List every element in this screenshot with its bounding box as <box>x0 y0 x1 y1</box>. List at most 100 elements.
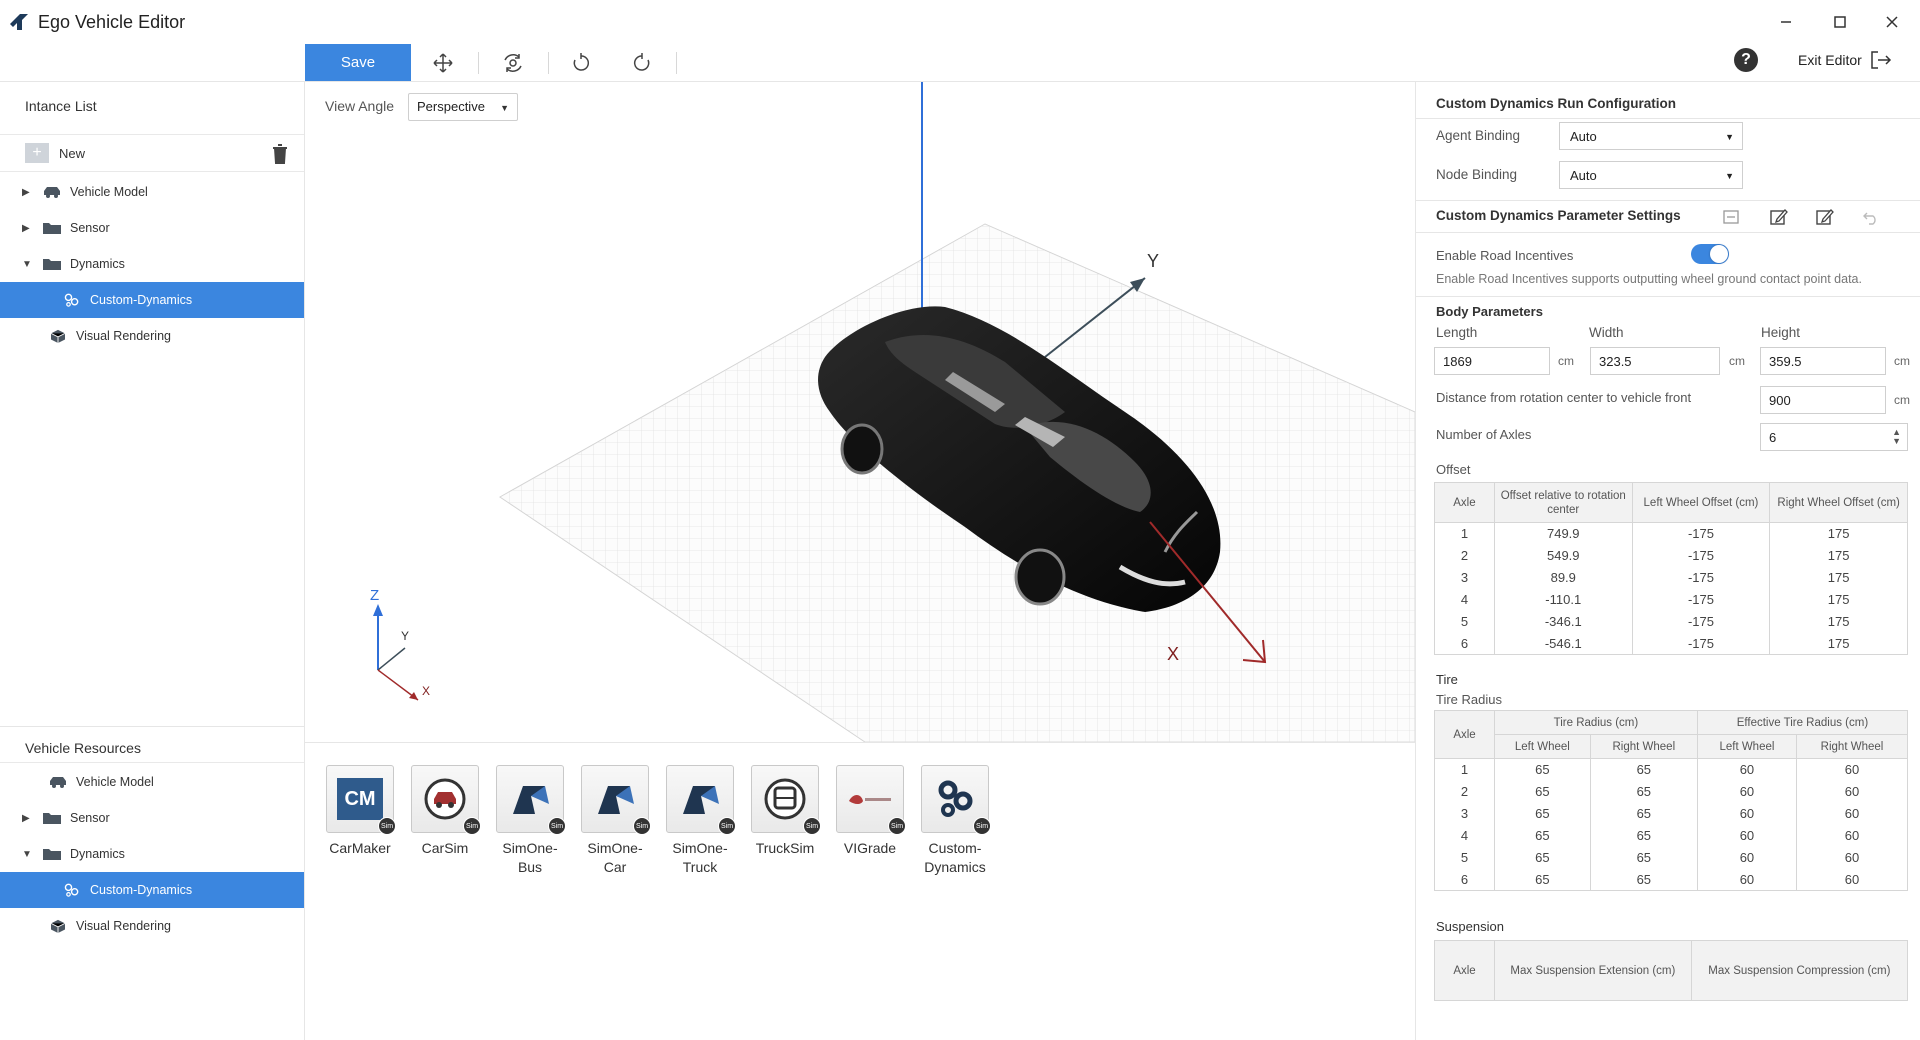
caret-right-icon[interactable]: ▶ <box>22 813 32 824</box>
resource-vigrade[interactable]: Sim VIGrade <box>829 765 911 858</box>
resource-custom-dynamics[interactable]: Sim Custom- Dynamics <box>914 765 996 877</box>
road-incentives-toggle[interactable] <box>1691 244 1729 264</box>
resource-simone-car[interactable]: Sim SimOne- Car <box>574 765 656 877</box>
sim-badge: Sim <box>973 817 991 835</box>
resource-simone-bus[interactable]: Sim SimOne- Bus <box>489 765 571 877</box>
car-icon <box>50 777 66 788</box>
table-row: 6 65 65 60 60 <box>1434 868 1908 891</box>
distance-input[interactable]: 900 <box>1760 386 1886 414</box>
sim-badge: Sim <box>803 817 821 835</box>
resource-item-vehicle-model[interactable]: Vehicle Model <box>0 764 304 800</box>
minimize-icon[interactable] <box>1774 10 1798 34</box>
table-header: Right Wheel <box>1589 734 1698 759</box>
cube-icon <box>50 329 66 343</box>
resource-item-visual-rendering[interactable]: Visual Rendering <box>0 908 304 944</box>
vehicle-resources-title: Vehicle Resources <box>25 740 141 756</box>
redo-icon[interactable] <box>629 50 655 76</box>
length-label: Length <box>1436 325 1478 340</box>
table-header: Right Wheel Offset (cm) <box>1769 482 1908 523</box>
length-unit: cm <box>1558 354 1574 368</box>
distance-label: Distance from rotation center to vehicle… <box>1436 390 1692 405</box>
toolbar: Save ? Exit Editor <box>0 44 1920 82</box>
table-header: Left Wheel <box>1494 734 1591 759</box>
resource-carmaker[interactable]: CM Sim CarMaker <box>319 765 401 858</box>
height-label: Height <box>1761 325 1801 340</box>
table-header: Offset relative to rotation center <box>1493 482 1633 523</box>
node-binding-select[interactable]: Auto ▼ <box>1559 161 1743 189</box>
folder-icon <box>43 849 61 860</box>
simone-car-tile: Sim <box>581 765 651 835</box>
resource-label: SimOne- Car <box>587 840 643 875</box>
road-incentives-label: Enable Road Incentives <box>1436 248 1574 263</box>
table-header: Max Suspension Extension (cm) <box>1494 940 1692 1001</box>
resource-item-custom-dynamics[interactable]: Custom-Dynamics <box>0 872 304 908</box>
divider <box>1416 232 1920 233</box>
reset-icon[interactable] <box>1861 207 1881 227</box>
axles-stepper[interactable]: 6 ▲ ▼ <box>1760 423 1908 451</box>
resource-simone-truck[interactable]: Sim SimOne- Truck <box>659 765 741 877</box>
agent-binding-value: Auto <box>1570 129 1597 144</box>
length-input[interactable]: 1869 <box>1434 347 1550 375</box>
view-angle-value: Perspective <box>417 99 485 114</box>
tree-item-vehicle-model[interactable]: ▶ Vehicle Model <box>0 174 304 210</box>
rotate-gizmo-icon[interactable] <box>500 50 526 76</box>
folder-icon <box>43 223 61 234</box>
node-binding-value: Auto <box>1570 168 1597 183</box>
axles-value: 6 <box>1769 430 1777 445</box>
carsim-logo-icon <box>424 778 466 820</box>
tree-item-dynamics[interactable]: ▼ Dynamics <box>0 246 304 282</box>
tree-item-custom-dynamics[interactable]: Custom-Dynamics <box>0 282 304 318</box>
help-icon[interactable]: ? <box>1734 48 1758 72</box>
edit-all-icon[interactable] <box>1814 207 1834 227</box>
custom-dynamics-tile: Sim <box>921 765 991 835</box>
maximize-icon[interactable] <box>1828 10 1852 34</box>
table-row: 1 65 65 60 60 <box>1434 758 1908 781</box>
resource-carsim[interactable]: Sim CarSim <box>404 765 486 858</box>
tree-item-label: Dynamics <box>70 847 125 861</box>
tree-item-sensor[interactable]: ▶ Sensor <box>0 210 304 246</box>
stepper-arrows-icon[interactable]: ▲ ▼ <box>1892 428 1901 446</box>
caret-down-icon[interactable]: ▼ <box>22 849 32 860</box>
instance-list-title: Intance List <box>25 98 97 114</box>
caret-down-icon[interactable]: ▼ <box>22 259 32 270</box>
width-input[interactable]: 323.5 <box>1590 347 1720 375</box>
move-icon[interactable] <box>430 50 456 76</box>
simone-bus-tile: Sim <box>496 765 566 835</box>
caret-right-icon[interactable]: ▶ <box>22 187 32 198</box>
height-input[interactable]: 359.5 <box>1760 347 1886 375</box>
dynamics-resource-strip: CM Sim CarMaker Sim CarSim Sim SimOne- Bu… <box>305 742 1415 1040</box>
carsim-tile: Sim <box>411 765 481 835</box>
resource-label: VIGrade <box>843 840 897 856</box>
caret-right-icon[interactable]: ▶ <box>22 223 32 234</box>
new-label: New <box>59 145 86 161</box>
exit-icon <box>1871 51 1891 69</box>
view-angle-select[interactable]: Perspective ▼ <box>408 93 518 121</box>
toolbar-divider <box>548 52 549 74</box>
trash-icon[interactable] <box>270 143 290 165</box>
collapse-icon[interactable] <box>1721 207 1741 227</box>
left-panel: Intance List + New ▶ Vehicle Model ▶ Sen… <box>0 82 305 1040</box>
suspension-table: Axle Max Suspension Extension (cm) Max S… <box>1434 940 1909 1001</box>
3d-viewport[interactable]: Y X Z Y X View Angle Perspective ▼ <box>305 82 1415 742</box>
tire-title: Tire <box>1436 672 1458 687</box>
edit-icon[interactable] <box>1768 207 1788 227</box>
exit-editor-button[interactable]: Exit Editor <box>1798 50 1892 70</box>
gears-icon <box>938 780 973 817</box>
resource-item-sensor[interactable]: ▶ Sensor <box>0 800 304 836</box>
axles-label: Number of Axles <box>1436 427 1532 442</box>
table-row: 2 549.9 -175 175 <box>1434 544 1908 567</box>
scene-canvas[interactable]: Y X Z Y X <box>305 82 1415 742</box>
resource-item-dynamics[interactable]: ▼ Dynamics <box>0 836 304 872</box>
agent-binding-select[interactable]: Auto ▼ <box>1559 122 1743 150</box>
chevron-down-icon: ▼ <box>1725 132 1734 142</box>
table-header: Axle <box>1434 710 1495 759</box>
tree-item-label: Sensor <box>70 221 110 235</box>
resource-trucksim[interactable]: Sim TruckSim <box>744 765 826 858</box>
save-button[interactable]: Save <box>305 44 411 81</box>
new-instance-button[interactable]: + New <box>25 143 85 163</box>
offset-table: Axle Offset relative to rotation center … <box>1434 482 1908 655</box>
cube-icon <box>50 919 66 933</box>
close-icon[interactable] <box>1880 10 1904 34</box>
tree-item-visual-rendering[interactable]: Visual Rendering <box>0 318 304 354</box>
undo-icon[interactable] <box>568 50 594 76</box>
